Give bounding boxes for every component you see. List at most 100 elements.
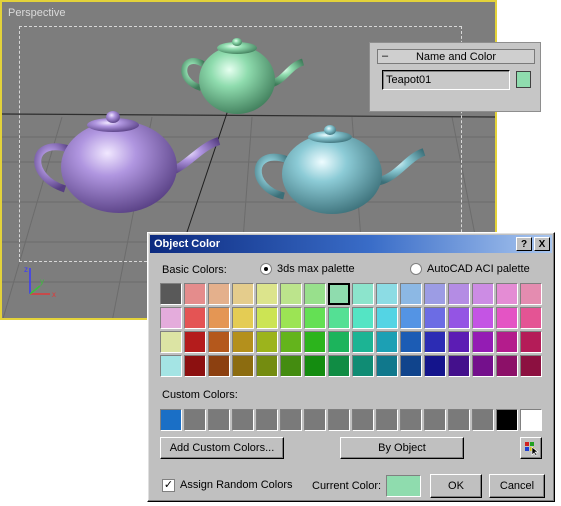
basic-color-swatch[interactable] — [232, 307, 254, 329]
basic-color-swatch[interactable] — [424, 307, 446, 329]
basic-color-swatch[interactable] — [304, 307, 326, 329]
basic-color-swatch[interactable] — [520, 355, 542, 377]
object-color-swatch[interactable] — [516, 71, 531, 88]
basic-color-swatch[interactable] — [184, 307, 206, 329]
basic-color-swatch[interactable] — [328, 283, 350, 305]
dialog-titlebar[interactable]: Object Color ? X — [150, 235, 552, 253]
ok-button[interactable]: OK — [430, 474, 482, 498]
basic-color-swatch[interactable] — [496, 283, 518, 305]
basic-color-swatch[interactable] — [208, 355, 230, 377]
basic-color-swatch[interactable] — [496, 331, 518, 353]
basic-color-swatch[interactable] — [472, 331, 494, 353]
basic-color-swatch[interactable] — [376, 355, 398, 377]
radio-3ds-max-palette[interactable]: 3ds max palette — [260, 263, 355, 275]
custom-color-swatch[interactable] — [328, 409, 350, 431]
basic-color-swatch[interactable] — [472, 307, 494, 329]
basic-color-swatch[interactable] — [232, 331, 254, 353]
basic-color-swatch[interactable] — [424, 283, 446, 305]
rollout-header[interactable]: – Name and Color — [377, 49, 535, 64]
basic-color-swatch[interactable] — [376, 307, 398, 329]
basic-color-swatch[interactable] — [256, 355, 278, 377]
basic-color-swatch[interactable] — [160, 307, 182, 329]
basic-color-swatch[interactable] — [280, 307, 302, 329]
basic-color-swatch[interactable] — [352, 283, 374, 305]
basic-color-swatch[interactable] — [352, 307, 374, 329]
basic-color-swatch[interactable] — [520, 331, 542, 353]
basic-color-swatch[interactable] — [256, 283, 278, 305]
basic-color-swatch[interactable] — [232, 355, 254, 377]
basic-color-swatch[interactable] — [280, 331, 302, 353]
assign-random-checkbox[interactable]: ✓ — [162, 479, 175, 492]
radio-autocad-aci-palette[interactable]: AutoCAD ACI palette — [410, 263, 530, 275]
current-color-swatch[interactable] — [386, 475, 421, 497]
basic-color-swatch[interactable] — [448, 355, 470, 377]
basic-color-swatch[interactable] — [400, 355, 422, 377]
custom-color-swatch[interactable] — [352, 409, 374, 431]
custom-color-swatch[interactable] — [304, 409, 326, 431]
basic-color-swatch[interactable] — [472, 283, 494, 305]
basic-color-swatch[interactable] — [304, 355, 326, 377]
radio-selected-icon[interactable] — [260, 263, 272, 275]
cancel-button[interactable]: Cancel — [489, 474, 545, 498]
basic-color-swatch[interactable] — [256, 307, 278, 329]
basic-color-swatch[interactable] — [160, 283, 182, 305]
basic-color-swatch[interactable] — [376, 283, 398, 305]
basic-color-swatch[interactable] — [184, 331, 206, 353]
basic-color-swatch[interactable] — [400, 331, 422, 353]
custom-color-swatch[interactable] — [520, 409, 542, 431]
basic-color-swatch[interactable] — [328, 331, 350, 353]
basic-color-swatch[interactable] — [352, 331, 374, 353]
basic-color-swatch[interactable] — [376, 331, 398, 353]
collapse-icon[interactable]: – — [378, 50, 392, 63]
custom-color-swatch[interactable] — [208, 409, 230, 431]
basic-color-swatch[interactable] — [448, 331, 470, 353]
basic-color-swatch[interactable] — [160, 355, 182, 377]
custom-color-swatch[interactable] — [400, 409, 422, 431]
object-name-input[interactable] — [382, 70, 510, 90]
basic-color-swatch[interactable] — [448, 283, 470, 305]
basic-color-swatch[interactable] — [520, 307, 542, 329]
basic-color-swatch[interactable] — [496, 355, 518, 377]
basic-color-swatch[interactable] — [208, 283, 230, 305]
custom-color-swatch[interactable] — [472, 409, 494, 431]
basic-color-swatch[interactable] — [208, 331, 230, 353]
add-custom-colors-button[interactable]: Add Custom Colors... — [160, 437, 284, 459]
basic-color-swatch[interactable] — [184, 355, 206, 377]
object-color-dialog: Object Color ? X Basic Colors: 3ds max p… — [147, 232, 555, 502]
basic-color-swatch[interactable] — [472, 355, 494, 377]
basic-color-swatch[interactable] — [328, 307, 350, 329]
basic-color-swatch[interactable] — [280, 283, 302, 305]
color-picker-button[interactable] — [520, 437, 542, 459]
custom-color-swatch[interactable] — [256, 409, 278, 431]
custom-color-swatch[interactable] — [280, 409, 302, 431]
basic-color-swatch[interactable] — [400, 307, 422, 329]
basic-color-swatch[interactable] — [448, 307, 470, 329]
basic-color-swatch[interactable] — [520, 283, 542, 305]
custom-color-swatch[interactable] — [184, 409, 206, 431]
by-object-button[interactable]: By Object — [340, 437, 464, 459]
basic-color-swatch[interactable] — [304, 283, 326, 305]
basic-color-swatch[interactable] — [400, 283, 422, 305]
basic-color-swatch[interactable] — [496, 307, 518, 329]
radio-unselected-icon[interactable] — [410, 263, 422, 275]
basic-color-swatch[interactable] — [280, 355, 302, 377]
basic-color-swatch[interactable] — [160, 331, 182, 353]
custom-color-swatch[interactable] — [448, 409, 470, 431]
custom-color-swatch[interactable] — [496, 409, 518, 431]
close-button[interactable]: X — [534, 237, 550, 251]
basic-color-swatch[interactable] — [424, 355, 446, 377]
custom-color-swatch[interactable] — [232, 409, 254, 431]
basic-color-swatch[interactable] — [184, 283, 206, 305]
custom-color-swatch[interactable] — [424, 409, 446, 431]
viewport-label[interactable]: Perspective — [8, 7, 65, 19]
basic-color-swatch[interactable] — [352, 355, 374, 377]
basic-color-swatch[interactable] — [256, 331, 278, 353]
basic-color-swatch[interactable] — [232, 283, 254, 305]
basic-color-swatch[interactable] — [424, 331, 446, 353]
help-button[interactable]: ? — [516, 237, 532, 251]
basic-color-swatch[interactable] — [304, 331, 326, 353]
custom-color-swatch[interactable] — [160, 409, 182, 431]
basic-color-swatch[interactable] — [208, 307, 230, 329]
basic-color-swatch[interactable] — [328, 355, 350, 377]
custom-color-swatch[interactable] — [376, 409, 398, 431]
